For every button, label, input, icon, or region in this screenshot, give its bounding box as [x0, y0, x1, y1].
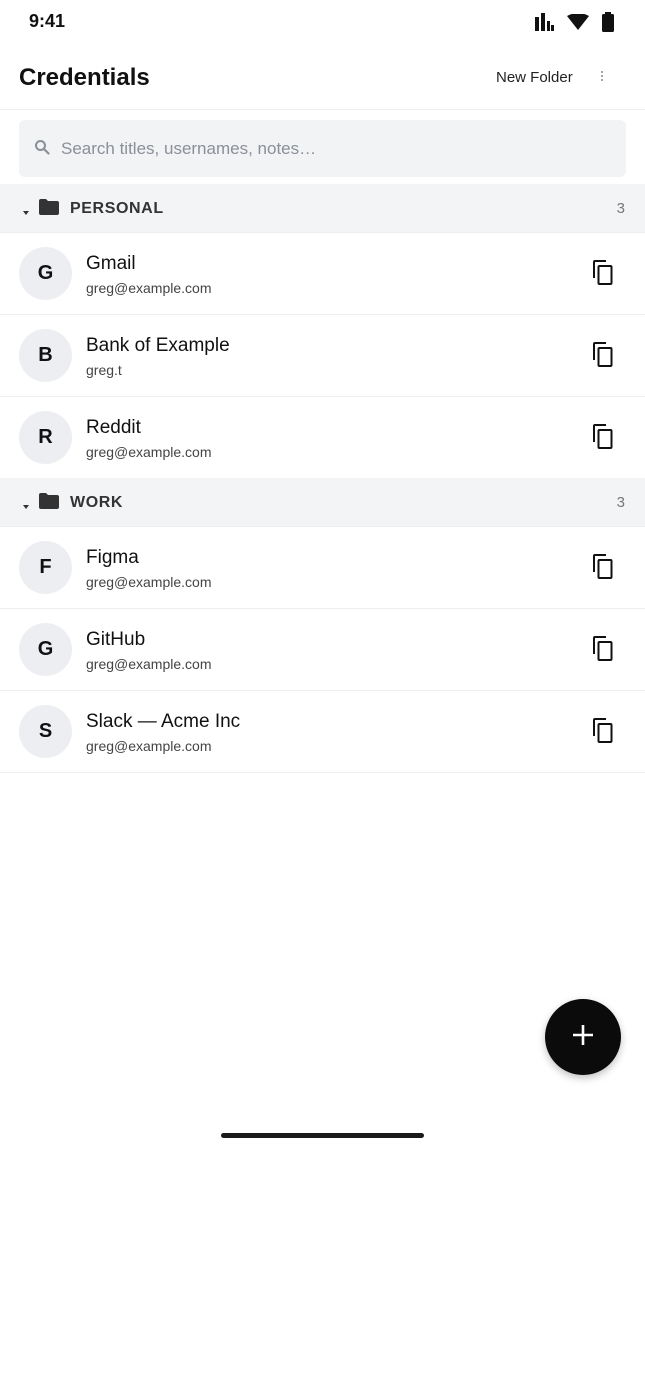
search-box [19, 120, 626, 177]
credential-username: greg@example.com [86, 738, 212, 754]
status-time: 9:41 [29, 11, 66, 31]
page-title: Credentials [19, 64, 150, 91]
status-icons [535, 12, 615, 32]
add-credential-button[interactable] [545, 999, 621, 1075]
home-indicator[interactable] [221, 1133, 424, 1138]
credential-username: greg@example.com [86, 656, 212, 672]
credential-title: Figma [86, 547, 139, 568]
copy-icon[interactable] [584, 713, 620, 749]
more-vertical-icon[interactable] [588, 62, 616, 90]
credential-title: GitHub [86, 629, 146, 650]
credential-title: Bank of Example [86, 335, 230, 356]
new-folder-button[interactable]: New Folder [486, 64, 583, 92]
avatar: G [19, 623, 72, 676]
credential-row[interactable]: S Slack — Acme Inc greg@example.com [0, 691, 645, 773]
folder-count: 3 [616, 494, 625, 511]
folder-header-personal[interactable]: PERSONAL 3 [0, 184, 645, 233]
folder-name: WORK [70, 494, 124, 511]
credential-title: Slack — Acme Inc [86, 711, 241, 732]
battery-icon [601, 12, 615, 32]
copy-icon[interactable] [584, 631, 620, 667]
copy-icon[interactable] [584, 549, 620, 585]
credential-username: greg@example.com [86, 574, 212, 590]
wifi-icon [567, 14, 589, 30]
folder-header-work[interactable]: WORK 3 [0, 478, 645, 527]
avatar: S [19, 705, 72, 758]
status-bar: 9:41 [0, 0, 645, 44]
credential-row[interactable]: B Bank of Example greg.t [0, 315, 645, 397]
credential-username: greg.t [86, 362, 122, 378]
chevron-down-icon[interactable] [21, 498, 31, 516]
folder-icon [39, 199, 59, 220]
plus-icon [571, 1023, 595, 1052]
credential-title: Reddit [86, 417, 141, 438]
copy-icon[interactable] [584, 337, 620, 373]
credential-username: greg@example.com [86, 444, 212, 460]
folder-count: 3 [616, 200, 625, 217]
credential-row[interactable]: G Gmail greg@example.com [0, 233, 645, 315]
copy-icon[interactable] [584, 255, 620, 291]
credential-row[interactable]: G GitHub greg@example.com [0, 609, 645, 691]
credential-username: greg@example.com [86, 280, 212, 296]
folder-icon [39, 493, 59, 514]
search-input[interactable] [61, 120, 611, 177]
credential-title: Gmail [86, 253, 136, 274]
avatar: F [19, 541, 72, 594]
signal-icon [535, 13, 555, 31]
chevron-down-icon[interactable] [21, 204, 31, 222]
avatar: B [19, 329, 72, 382]
copy-icon[interactable] [584, 419, 620, 455]
folder-name: PERSONAL [70, 200, 164, 217]
credential-row[interactable]: R Reddit greg@example.com [0, 397, 645, 479]
credential-row[interactable]: F Figma greg@example.com [0, 527, 645, 609]
avatar: G [19, 247, 72, 300]
search-icon [34, 139, 50, 160]
app-bar: Credentials New Folder [0, 50, 645, 110]
avatar: R [19, 411, 72, 464]
